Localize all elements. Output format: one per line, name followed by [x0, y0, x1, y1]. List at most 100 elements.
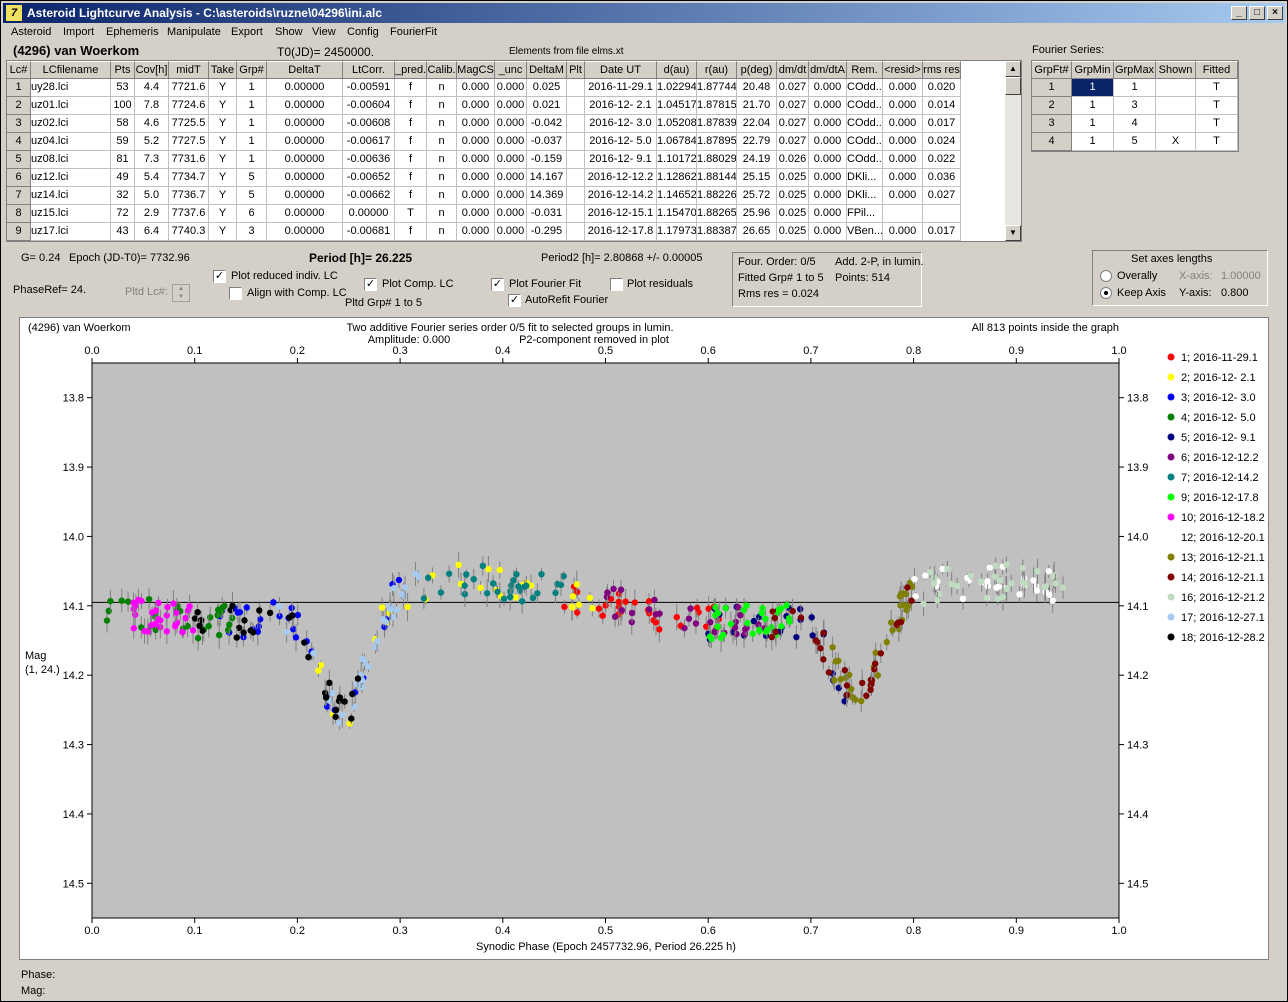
lightcurve-plot[interactable]: 0.0 0.0 0.1 0.1 0.2 0.2 0.3 0.3 0.4 0.4 0.5 0.5 0.6 0…: [19, 317, 1269, 960]
lc-cell[interactable]: 0.026: [777, 151, 809, 169]
lc-cell[interactable]: n: [427, 223, 457, 241]
lc-cell[interactable]: 0.00000: [343, 205, 395, 223]
lc-cell[interactable]: T: [395, 205, 427, 223]
lc-cell[interactable]: n: [427, 187, 457, 205]
lc-cell[interactable]: [567, 115, 585, 133]
lc-cell[interactable]: 1.88144: [697, 169, 737, 187]
lc-cell[interactable]: 0.000: [809, 151, 847, 169]
lc-cell[interactable]: uy28.lci: [31, 79, 111, 97]
lc-cell[interactable]: 2016-12- 2.1: [585, 97, 657, 115]
lc-cell[interactable]: 0.00000: [267, 115, 343, 133]
lc-cell[interactable]: 7725.5: [169, 115, 209, 133]
lc-cell[interactable]: -0.00591: [343, 79, 395, 97]
lc-cell[interactable]: [883, 205, 923, 223]
fourier-cell[interactable]: 4: [1114, 115, 1156, 133]
lc-cell[interactable]: 0.020: [923, 79, 961, 97]
lc-cell[interactable]: 6: [237, 205, 267, 223]
lc-cell[interactable]: DKli...: [847, 187, 883, 205]
lc-cell[interactable]: 0.000: [495, 97, 527, 115]
lc-header-2[interactable]: Pts: [111, 61, 135, 79]
lc-cell[interactable]: -0.037: [527, 133, 567, 151]
lc-cell[interactable]: COdd...: [847, 133, 883, 151]
lc-cell[interactable]: 0.000: [457, 205, 495, 223]
lc-row-header[interactable]: 6: [7, 169, 31, 187]
lc-cell[interactable]: -0.00662: [343, 187, 395, 205]
lc-cell[interactable]: 0.000: [883, 187, 923, 205]
lc-cell[interactable]: 7.8: [135, 97, 169, 115]
lc-cell[interactable]: f: [395, 97, 427, 115]
lc-cell[interactable]: 1.88226: [697, 187, 737, 205]
plot-reduced-checkbox[interactable]: ✓: [213, 270, 226, 283]
lc-cell[interactable]: 0.021: [527, 97, 567, 115]
lc-cell[interactable]: 0.000: [809, 115, 847, 133]
lc-cell[interactable]: 0.000: [457, 133, 495, 151]
lc-cell[interactable]: 0.000: [883, 133, 923, 151]
lc-cell[interactable]: 0.027: [777, 97, 809, 115]
lc-cell[interactable]: 0.000: [809, 79, 847, 97]
lc-cell[interactable]: COdd...: [847, 97, 883, 115]
lc-cell[interactable]: Y: [209, 169, 237, 187]
fourier-cell[interactable]: T: [1196, 97, 1238, 115]
lc-cell[interactable]: 0.000: [495, 187, 527, 205]
lc-cell[interactable]: 1.87815: [697, 97, 737, 115]
menu-config[interactable]: Config: [347, 26, 379, 38]
lc-scroll-thumb[interactable]: [1005, 77, 1021, 95]
lc-cell[interactable]: 7737.6: [169, 205, 209, 223]
lc-cell[interactable]: 5.4: [135, 169, 169, 187]
lc-cell[interactable]: 6.4: [135, 223, 169, 241]
lc-cell[interactable]: 5.0: [135, 187, 169, 205]
menu-asteroid[interactable]: Asteroid: [11, 26, 51, 38]
lc-cell[interactable]: 7731.6: [169, 151, 209, 169]
lc-cell[interactable]: n: [427, 97, 457, 115]
lc-cell[interactable]: Y: [209, 133, 237, 151]
lc-cell[interactable]: 0.024: [923, 133, 961, 151]
fourier-row-header[interactable]: 4: [1032, 133, 1072, 151]
menu-export[interactable]: Export: [231, 26, 263, 38]
lc-cell[interactable]: 21.70: [737, 97, 777, 115]
fourier-cell[interactable]: 3: [1114, 97, 1156, 115]
lc-cell[interactable]: f: [395, 187, 427, 205]
lc-header-12[interactable]: _unc: [495, 61, 527, 79]
menu-manipulate[interactable]: Manipulate: [167, 26, 221, 38]
lc-cell[interactable]: 0.000: [495, 151, 527, 169]
lc-cell[interactable]: Y: [209, 205, 237, 223]
lc-header-16[interactable]: d(au): [657, 61, 697, 79]
lc-cell[interactable]: [567, 97, 585, 115]
lc-cell[interactable]: 20.48: [737, 79, 777, 97]
lc-cell[interactable]: 1.04517: [657, 97, 697, 115]
lc-cell[interactable]: 1.87839: [697, 115, 737, 133]
fourier-header-2[interactable]: GrpMax: [1114, 61, 1156, 79]
lc-cell[interactable]: 0.000: [457, 169, 495, 187]
lc-cell[interactable]: 49: [111, 169, 135, 187]
lc-cell[interactable]: [567, 223, 585, 241]
lc-cell[interactable]: -0.00604: [343, 97, 395, 115]
lc-row-header[interactable]: 2: [7, 97, 31, 115]
lc-cell[interactable]: f: [395, 151, 427, 169]
lc-row-header[interactable]: 8: [7, 205, 31, 223]
lc-cell[interactable]: 1: [237, 151, 267, 169]
fourier-cell[interactable]: 1: [1114, 79, 1156, 97]
lc-cell[interactable]: 22.04: [737, 115, 777, 133]
lc-cell[interactable]: 2016-12-12.2: [585, 169, 657, 187]
lc-cell[interactable]: 1.87744: [697, 79, 737, 97]
lc-cell[interactable]: -0.295: [527, 223, 567, 241]
lc-cell[interactable]: 1.87895: [697, 133, 737, 151]
lc-cell[interactable]: 0.000: [809, 97, 847, 115]
lc-cell[interactable]: [923, 205, 961, 223]
plot-comp-checkbox[interactable]: ✓: [364, 278, 377, 291]
lc-cell[interactable]: [567, 169, 585, 187]
lc-header-18[interactable]: p(deg): [737, 61, 777, 79]
lc-cell[interactable]: [567, 187, 585, 205]
lc-cell[interactable]: 0.000: [809, 169, 847, 187]
lc-cell[interactable]: n: [427, 115, 457, 133]
minimize-button[interactable]: _: [1231, 6, 1247, 20]
lc-cell[interactable]: 0.027: [777, 115, 809, 133]
lc-header-3[interactable]: Cov[h]: [135, 61, 169, 79]
lc-header-5[interactable]: Take: [209, 61, 237, 79]
lc-cell[interactable]: 7736.7: [169, 187, 209, 205]
lc-row-header[interactable]: 5: [7, 151, 31, 169]
lc-cell[interactable]: 0.000: [457, 223, 495, 241]
lc-cell[interactable]: n: [427, 151, 457, 169]
lc-cell[interactable]: 4.6: [135, 115, 169, 133]
lc-cell[interactable]: f: [395, 169, 427, 187]
